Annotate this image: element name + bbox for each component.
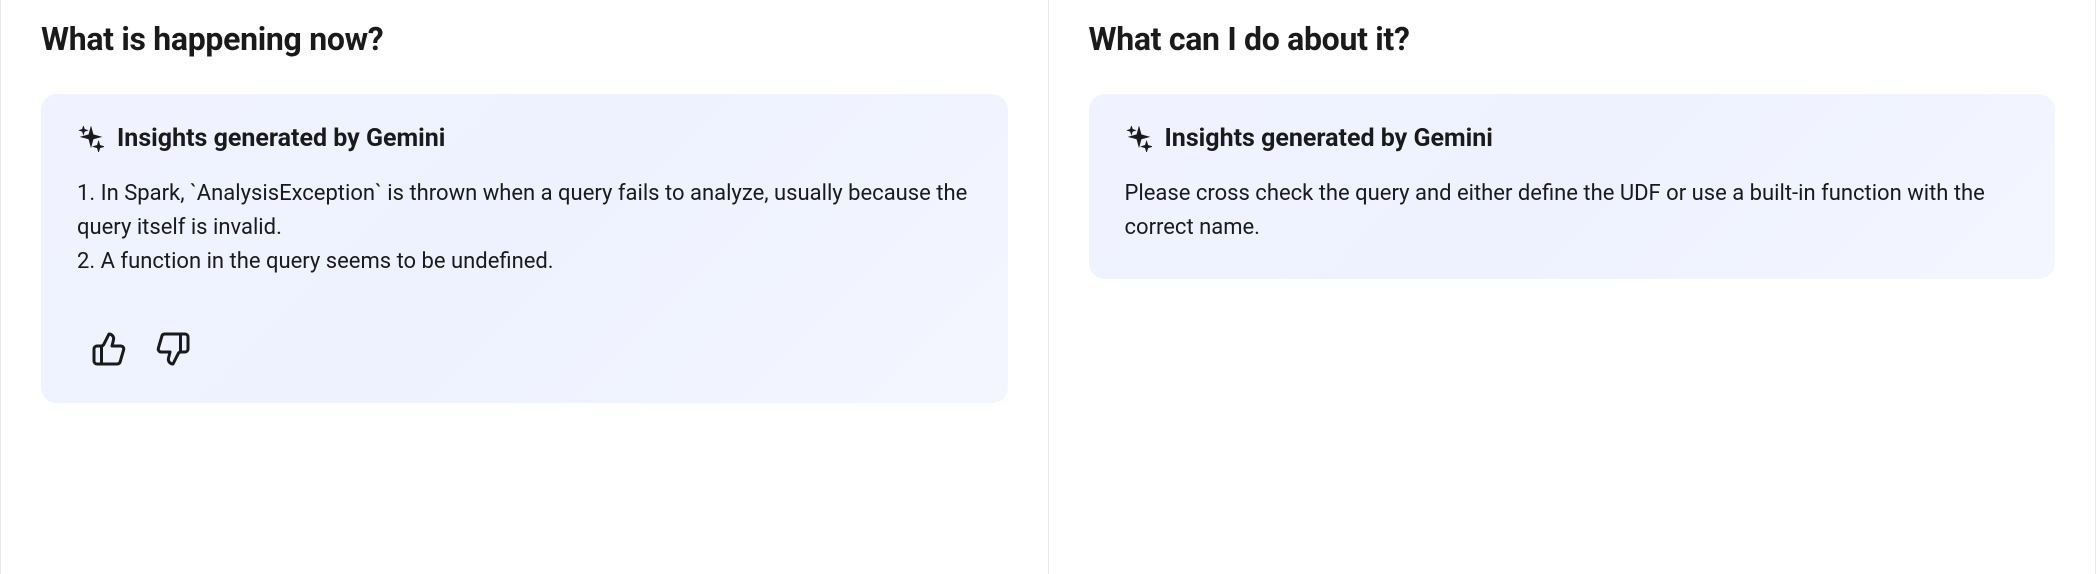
insight-title: Insights generated by Gemini [1165,124,1493,153]
insight-header: Insights generated by Gemini [1125,124,2020,153]
insight-body-action: Please cross check the query and either … [1125,177,2020,245]
panel-title-action: What can I do about it? [1089,20,2056,58]
panel-happening-now: What is happening now? Insights generate… [0,0,1048,574]
thumbs-down-icon[interactable] [153,329,193,369]
insight-line-1: 1. In Spark, `AnalysisException` is thro… [77,177,972,245]
insight-card-action: Insights generated by Gemini Please cros… [1089,94,2056,279]
feedback-row [77,329,972,369]
insight-line-2: 2. A function in the query seems to be u… [77,245,972,279]
insight-header: Insights generated by Gemini [77,124,972,153]
insight-card-happening: Insights generated by Gemini 1. In Spark… [41,94,1008,403]
insight-text: Please cross check the query and either … [1125,177,2020,245]
insight-body-happening: 1. In Spark, `AnalysisException` is thro… [77,177,972,279]
panel-title-happening: What is happening now? [41,20,1008,58]
insights-container: What is happening now? Insights generate… [0,0,2096,574]
sparkle-icon [77,125,105,153]
thumbs-up-icon[interactable] [89,329,129,369]
panel-what-to-do: What can I do about it? Insights generat… [1048,0,2096,574]
insight-title: Insights generated by Gemini [117,124,445,153]
sparkle-icon [1125,125,1153,153]
